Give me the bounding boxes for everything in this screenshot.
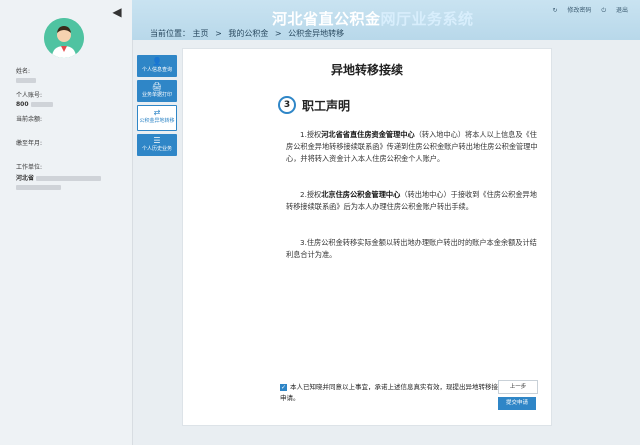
- submit-button[interactable]: 提交申请: [498, 397, 536, 410]
- paid-until-label: 缴至年月:: [16, 140, 43, 147]
- brand-sub: 网厅业务系统: [380, 10, 474, 28]
- name-label: 姓名:: [16, 68, 31, 75]
- avatar: [44, 18, 84, 58]
- agree-statement: ✓ 本人已知晓并同意以上事宜，承诺上述信息真实有效，现提出异地转移接续申请。: [280, 383, 505, 402]
- balance-label: 当前余额:: [16, 116, 43, 123]
- logout-link[interactable]: ⏻ 退出: [601, 7, 628, 14]
- breadcrumb-my-fund[interactable]: 我的公积金: [228, 29, 268, 38]
- sidebar: ◀ 姓名: 个人账号: 800 当前余额: 缴至年月: 工作单位: 河北省: [0, 0, 133, 445]
- nav-personal-info[interactable]: 👤 个人信息查询: [137, 55, 177, 77]
- brand-main: 河北省直公积金: [272, 10, 381, 28]
- left-nav: 👤 个人信息查询 🖨 业务单据打印 ⇄ 公积金异地转移 ☰ 个人历史业务: [137, 55, 177, 159]
- profile-info: 姓名: 个人账号: 800 当前余额: 缴至年月: 工作单位: 河北省: [16, 60, 126, 191]
- step-header: 3 职工声明: [278, 96, 350, 114]
- nav-history[interactable]: ☰ 个人历史业务: [137, 134, 177, 156]
- breadcrumb: 当前位置： 主页 > 我的公积金 > 公积金异地转移: [150, 29, 345, 38]
- page-title: 异地转移接续: [330, 63, 403, 77]
- history-icon: ☰: [153, 136, 161, 145]
- transfer-icon: ⇄: [153, 108, 161, 117]
- step-number: 3: [278, 96, 296, 114]
- collapse-arrow-icon[interactable]: ◀: [110, 5, 124, 19]
- person-icon: 👤: [152, 57, 162, 66]
- account-value: 800: [16, 101, 29, 108]
- header-actions: ↻ 修改密码 ⏻ 退出: [544, 5, 628, 15]
- prev-button[interactable]: 上一步: [498, 380, 538, 394]
- declaration-paragraph-2: 2.授权北京住房公积金管理中心（转出地中心）于接收到《住房公积金异地转移接续联系…: [286, 190, 537, 211]
- nav-transfer[interactable]: ⇄ 公积金异地转移: [137, 105, 177, 131]
- account-label: 个人账号:: [16, 92, 43, 99]
- brand-title: 河北省直公积金网厅业务系统: [272, 8, 474, 29]
- declaration-paragraph-1: 1.授权河北省省直住房资金管理中心（转入地中心）将本人以上信息及《住房公积金异地…: [286, 130, 538, 163]
- agree-checkbox[interactable]: ✓: [280, 383, 287, 391]
- employer-value: 河北省: [16, 175, 35, 182]
- change-password-link[interactable]: ↻ 修改密码: [552, 7, 591, 14]
- breadcrumb-home[interactable]: 主页: [193, 29, 209, 38]
- print-icon: 🖨: [151, 82, 163, 91]
- step-title: 职工声明: [302, 98, 351, 113]
- main-panel: 异地转移接续 3 职工声明 1.授权河北省省直住房资金管理中心（转入地中心）将本…: [182, 48, 552, 426]
- nav-print[interactable]: 🖨 业务单据打印: [137, 80, 177, 102]
- declaration-paragraph-3: 3.住房公积金转移实际金额以转出地办理账户转出时的账户本金余额及计结利息合计为准…: [286, 238, 537, 259]
- employer-label: 工作单位:: [16, 164, 43, 171]
- name-value-redacted: [16, 78, 36, 83]
- breadcrumb-current: 公积金异地转移: [288, 29, 345, 38]
